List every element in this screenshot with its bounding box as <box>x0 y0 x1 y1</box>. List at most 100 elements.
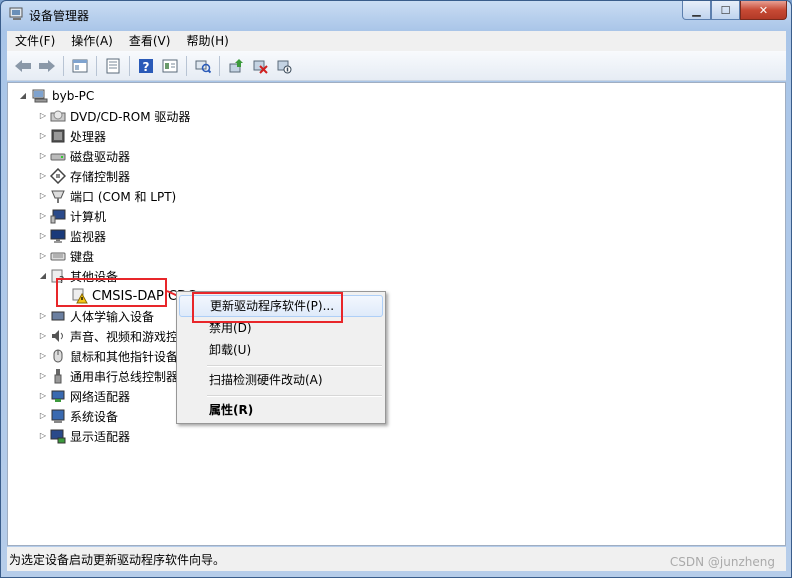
tree-category-system[interactable]: ▷ 系统设备 <box>38 406 118 426</box>
tree-root[interactable]: ◢ byb-PC <box>18 86 94 106</box>
close-button[interactable]: ✕ <box>740 1 787 20</box>
uninstall-icon <box>253 60 268 74</box>
expand-icon[interactable]: ▷ <box>38 411 48 421</box>
expand-icon[interactable]: ▷ <box>38 331 48 341</box>
help-button[interactable]: ? <box>136 56 156 76</box>
device-manager-icon <box>9 7 23 20</box>
update-driver-icon <box>229 58 243 72</box>
tree-category-disk[interactable]: ▷ 磁盘驱动器 <box>38 146 130 166</box>
menu-item-uninstall[interactable]: 卸载(U) <box>179 339 383 361</box>
expand-icon[interactable]: ▷ <box>38 151 48 161</box>
expand-icon[interactable]: ▷ <box>38 251 48 261</box>
storage-controller-icon <box>50 168 66 184</box>
menu-item-properties[interactable]: 属性(R) <box>179 399 383 421</box>
tree-label: DVD/CD-ROM 驱动器 <box>70 109 191 124</box>
tree-category-display[interactable]: ▷ 显示适配器 <box>38 426 130 446</box>
uninstall-button[interactable] <box>250 56 270 76</box>
root-label: byb-PC <box>52 89 95 103</box>
tree-label: 计算机 <box>70 209 107 224</box>
back-button[interactable] <box>13 56 33 76</box>
tree-label: 系统设备 <box>70 409 119 424</box>
svg-text:?: ? <box>143 60 150 74</box>
show-hide-tree-button[interactable] <box>70 56 90 76</box>
monitor-icon <box>50 229 66 243</box>
keyboard-icon <box>50 252 66 261</box>
mouse-icon <box>53 349 63 363</box>
computer-icon <box>32 89 48 103</box>
forward-button[interactable] <box>37 56 57 76</box>
tree-category-network[interactable]: ▷ 网络适配器 <box>38 386 130 406</box>
tree-category-keyboard[interactable]: ▷ 键盘 <box>38 246 94 266</box>
expand-icon[interactable]: ▷ <box>38 131 48 141</box>
watermark: CSDN @junzheng <box>669 555 775 569</box>
forward-icon <box>39 59 55 72</box>
expand-icon[interactable]: ▷ <box>38 171 48 181</box>
collapse-icon[interactable]: ◢ <box>38 271 48 281</box>
tree-category-storage[interactable]: ▷ 存储控制器 <box>38 166 130 186</box>
expand-icon[interactable]: ▷ <box>38 311 48 321</box>
menu-help[interactable]: 帮助(H) <box>178 31 236 51</box>
hid-icon <box>51 311 65 321</box>
update-driver-button[interactable] <box>226 56 246 76</box>
tree-category-processor[interactable]: ▷ 处理器 <box>38 126 106 146</box>
computer-icon <box>50 209 66 224</box>
toolbar: ? <box>7 51 786 81</box>
properties-button[interactable] <box>103 56 123 76</box>
view-button[interactable] <box>160 56 180 76</box>
usb-icon <box>54 369 62 384</box>
tree-category-mouse[interactable]: ▷ 鼠标和其他指针设备 <box>38 346 178 366</box>
tree-label: 端口 (COM 和 LPT) <box>70 189 177 204</box>
tree-label: 键盘 <box>70 249 95 264</box>
tree-label: 显示适配器 <box>70 429 131 444</box>
tree-label: 网络适配器 <box>70 389 131 404</box>
expand-icon[interactable]: ▷ <box>38 191 48 201</box>
expand-icon[interactable]: ▷ <box>38 351 48 361</box>
expand-icon[interactable]: ▷ <box>38 211 48 221</box>
expand-icon[interactable]: ▷ <box>38 371 48 381</box>
device-highlight-box <box>56 278 167 307</box>
collapse-icon[interactable]: ◢ <box>18 91 28 101</box>
tree-category-hid[interactable]: ▷ 人体学输入设备 <box>38 306 154 326</box>
tree-label: 人体学输入设备 <box>70 309 155 324</box>
tree-label: 通用串行总线控制器 <box>70 369 179 384</box>
maximize-button[interactable]: ☐ <box>711 1 740 20</box>
expand-icon[interactable]: ▷ <box>38 231 48 241</box>
device-tree[interactable]: ◢ byb-PC ▷ DVD/CD-ROM 驱动器 ▷ 处理器 ▷ 磁盘驱动器 … <box>7 82 786 546</box>
show-hide-tree-icon <box>72 59 88 72</box>
tree-label: 存储控制器 <box>70 169 131 184</box>
tree-category-monitor[interactable]: ▷ 监视器 <box>38 226 106 246</box>
expand-icon[interactable]: ▷ <box>38 111 48 121</box>
menu-bar: 文件(F) 操作(A) 查看(V) 帮助(H) <box>7 31 786 51</box>
menu-file[interactable]: 文件(F) <box>7 31 63 51</box>
disable-button[interactable] <box>274 56 294 76</box>
tree-label: 鼠标和其他指针设备 <box>70 349 179 364</box>
tree-label: 处理器 <box>70 129 107 144</box>
disable-icon <box>277 60 292 73</box>
minimize-button[interactable]: ▁ <box>682 1 711 20</box>
display-adapter-icon <box>50 429 66 444</box>
network-adapter-icon <box>51 390 65 402</box>
scan-hardware-button[interactable] <box>193 56 213 76</box>
view-icon <box>162 59 178 72</box>
tree-category-usb[interactable]: ▷ 通用串行总线控制器 <box>38 366 178 386</box>
back-icon <box>15 59 31 72</box>
tree-category-dvd[interactable]: ▷ DVD/CD-ROM 驱动器 <box>38 106 191 126</box>
menu-item-scan-hardware[interactable]: 扫描检测硬件改动(A) <box>179 369 383 391</box>
menu-separator <box>207 395 382 397</box>
menu-view[interactable]: 查看(V) <box>121 31 179 51</box>
tree-label: 监视器 <box>70 229 107 244</box>
system-device-icon <box>51 409 65 423</box>
menu-action[interactable]: 操作(A) <box>63 31 121 51</box>
scan-hardware-icon <box>195 60 211 73</box>
window-title: 设备管理器 <box>29 9 90 23</box>
tree-category-ports[interactable]: ▷ 端口 (COM 和 LPT) <box>38 186 176 206</box>
tree-category-computer[interactable]: ▷ 计算机 <box>38 206 106 226</box>
title-bar[interactable]: 设备管理器 ▁ ☐ ✕ <box>1 1 791 29</box>
expand-icon[interactable]: ▷ <box>38 431 48 441</box>
properties-icon <box>106 58 120 73</box>
dvd-drive-icon <box>50 110 66 122</box>
tree-label: 磁盘驱动器 <box>70 149 131 164</box>
speaker-icon <box>52 330 63 342</box>
processor-icon <box>51 129 65 143</box>
expand-icon[interactable]: ▷ <box>38 391 48 401</box>
